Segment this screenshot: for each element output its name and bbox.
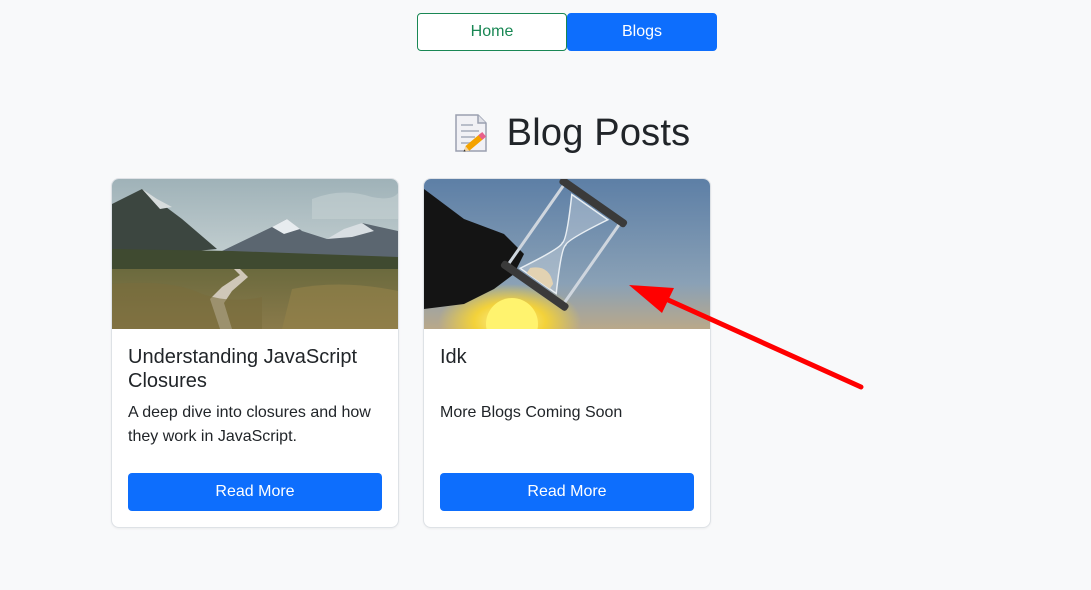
blog-card: Understanding JavaScript Closures A deep… [111, 178, 399, 528]
card-title: Idk [440, 346, 467, 368]
page-title: Blog Posts [506, 111, 691, 154]
read-more-button[interactable]: Read More [128, 473, 382, 511]
page-heading: Blog Posts [0, 106, 1091, 160]
read-more-button[interactable]: Read More [440, 473, 694, 511]
blog-card: Idk More Blogs Coming Soon Read More [423, 178, 711, 528]
blogs-button[interactable]: Blogs [567, 13, 717, 51]
card-body: Idk More Blogs Coming Soon Read More [424, 329, 710, 527]
memo-icon [454, 114, 487, 152]
card-description: A deep dive into closures and how they w… [128, 404, 371, 445]
hourglass-image [424, 179, 710, 329]
mountain-landscape-image [112, 179, 398, 329]
card-body: Understanding JavaScript Closures A deep… [112, 329, 398, 527]
card-description: More Blogs Coming Soon [440, 404, 623, 421]
card-title: Understanding JavaScript Closures [128, 346, 358, 392]
top-nav: Home Blogs [417, 13, 717, 51]
home-button[interactable]: Home [417, 13, 567, 51]
